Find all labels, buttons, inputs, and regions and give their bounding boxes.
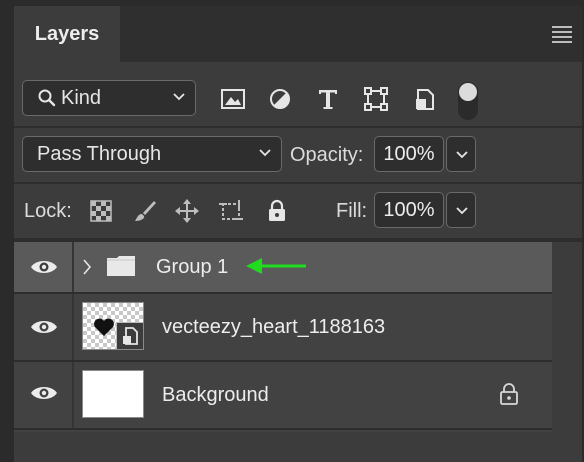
layer-thumbnail (82, 370, 144, 418)
layer-name: vecteezy_heart_1188163 (162, 316, 386, 338)
adjustment-filter-icon[interactable] (267, 86, 293, 112)
opacity-input[interactable]: 100% (374, 136, 444, 172)
filter-kind-dropdown[interactable]: Kind (22, 80, 196, 116)
filter-kind-label: Kind (61, 86, 102, 109)
lock-icon[interactable] (498, 382, 520, 406)
annotation-arrow-icon (246, 258, 306, 274)
shape-filter-icon[interactable] (363, 86, 389, 112)
visibility-cell (14, 362, 74, 428)
eye-visibility-icon[interactable] (30, 384, 58, 402)
divider (14, 182, 582, 184)
toggle-knob (459, 83, 477, 101)
fill-label: Fill: (336, 200, 368, 222)
layers-list: Group 1 vecteezy_heart_1188163 Backgroun… (14, 242, 552, 432)
folder-icon (107, 256, 135, 276)
blend-mode-dropdown[interactable]: Pass Through (22, 136, 282, 172)
lock-position-icon[interactable] (174, 198, 200, 224)
chevron-down-icon (456, 151, 468, 159)
opacity-label: Opacity: (290, 144, 364, 166)
type-filter-icon[interactable] (315, 86, 341, 112)
visibility-cell (14, 242, 74, 292)
layer-row-background[interactable]: Background (14, 362, 552, 428)
opacity-dropdown-button[interactable] (446, 136, 476, 172)
layer-thumbnail (82, 302, 144, 350)
layer-row-vecteezy-heart[interactable]: vecteezy_heart_1188163 (14, 294, 552, 360)
lock-label: Lock: (24, 200, 72, 222)
lock-artboard-icon[interactable] (218, 198, 244, 224)
chevron-down-icon (456, 207, 468, 215)
layer-row-group-1[interactable]: Group 1 (14, 242, 552, 292)
hamburger-menu-icon[interactable] (552, 26, 572, 43)
visibility-cell (14, 294, 74, 360)
fill-dropdown-button[interactable] (446, 192, 476, 228)
opacity-value: 100% (383, 142, 435, 165)
tab-layers-label: Layers (34, 22, 100, 45)
lock-image-pixels-icon[interactable] (132, 198, 158, 224)
layers-panel: Layers Kind Pass Through Opacity: 100% L… (14, 6, 582, 462)
search-icon (38, 89, 56, 107)
fill-input[interactable]: 100% (374, 192, 444, 228)
divider (14, 126, 582, 128)
lock-all-icon[interactable] (264, 198, 290, 224)
layer-name: Background (162, 384, 269, 406)
panel-tab-bar: Layers (14, 6, 582, 62)
eye-visibility-icon[interactable] (30, 258, 58, 276)
eye-visibility-icon[interactable] (30, 318, 58, 336)
layer-name: Group 1 (156, 256, 229, 278)
lock-transparent-pixels-icon[interactable] (88, 198, 114, 224)
fill-value: 100% (383, 198, 435, 221)
smart-object-badge (116, 322, 143, 349)
tab-layers[interactable]: Layers (14, 6, 120, 62)
filter-toggle-switch[interactable] (458, 82, 478, 120)
chevron-right-icon[interactable] (82, 259, 92, 275)
chevron-down-icon (259, 149, 271, 157)
chevron-down-icon (173, 93, 185, 101)
heart-icon (94, 318, 114, 336)
divider (14, 428, 552, 430)
smart-object-filter-icon[interactable] (412, 86, 438, 112)
blend-mode-value: Pass Through (37, 143, 162, 165)
image-filter-icon[interactable] (220, 86, 246, 112)
smart-object-icon (123, 327, 138, 345)
